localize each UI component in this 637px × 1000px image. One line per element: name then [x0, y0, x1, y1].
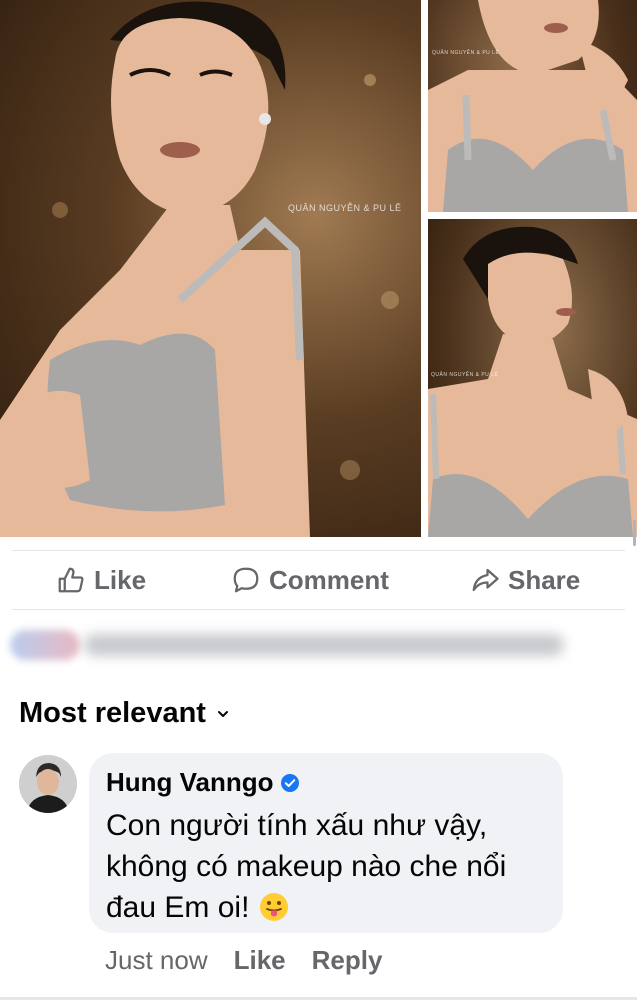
verified-icon: [280, 773, 299, 792]
share-icon: [472, 568, 499, 592]
avatar-image: [19, 755, 77, 813]
photo-watermark: QUÂN NGUYỄN & PU LÊ: [288, 203, 402, 213]
photo-bottom-right[interactable]: QUÂN NGUYỄN & PU LÊ: [428, 219, 637, 537]
share-button[interactable]: Share: [470, 551, 580, 609]
comment-like-link[interactable]: Like: [234, 945, 286, 976]
avatar[interactable]: [19, 755, 77, 813]
photo-watermark-small: QUÂN NGUYỄN & PU LÊ: [432, 50, 500, 56]
chevron-down-icon: [217, 710, 228, 717]
comment-timestamp[interactable]: Just now: [105, 945, 208, 976]
blurred-text: [84, 634, 564, 656]
photo-main-illustration: [0, 1, 399, 537]
post-photo-grid: QUÂN NGUYỄN & PU LÊ QUÂN NGUYỄN & PU LÊ …: [0, 0, 637, 537]
comment-body: Con người tính xấu như vậy, không có mak…: [106, 809, 507, 924]
comment-button[interactable]: Comment: [231, 551, 389, 609]
thumbs-up-icon: [58, 567, 84, 593]
blurred-reactions-row: [10, 626, 570, 662]
sort-label: Most relevant: [19, 697, 206, 729]
divider: [12, 609, 625, 610]
photo-top-right-illustration: [428, 0, 637, 212]
scrollbar-thumb[interactable]: [633, 520, 636, 546]
comment-icon: [233, 567, 259, 593]
comment-sort-dropdown[interactable]: Most relevant: [19, 697, 230, 730]
comment-bubble: Hung Vanngo Con người tính xấu như vậy, …: [89, 753, 563, 933]
post-action-bar: Like Comment Share: [0, 551, 637, 609]
share-button-label: Share: [508, 564, 581, 595]
tongue-emoji-icon: [259, 893, 288, 921]
author-name[interactable]: Hung Vanngo: [106, 767, 274, 798]
comment-author[interactable]: Hung Vanngo: [106, 767, 300, 798]
photo-top-right[interactable]: QUÂN NGUYỄN & PU LÊ: [428, 0, 637, 212]
photo-bottom-right-illustration: [428, 226, 637, 537]
comment-meta: Just now Like Reply: [105, 945, 382, 976]
comment-text: Con người tính xấu như vậy, không có mak…: [106, 805, 556, 928]
like-button-label: Like: [94, 564, 147, 595]
photo-watermark-small: QUÂN NGUYỄN & PU LÊ: [431, 372, 499, 378]
comment-reply-link[interactable]: Reply: [312, 945, 383, 976]
blurred-avatars: [10, 630, 80, 660]
like-button[interactable]: Like: [56, 551, 146, 609]
photo-main[interactable]: QUÂN NGUYỄN & PU LÊ: [0, 0, 421, 537]
comment-button-label: Comment: [269, 564, 389, 595]
